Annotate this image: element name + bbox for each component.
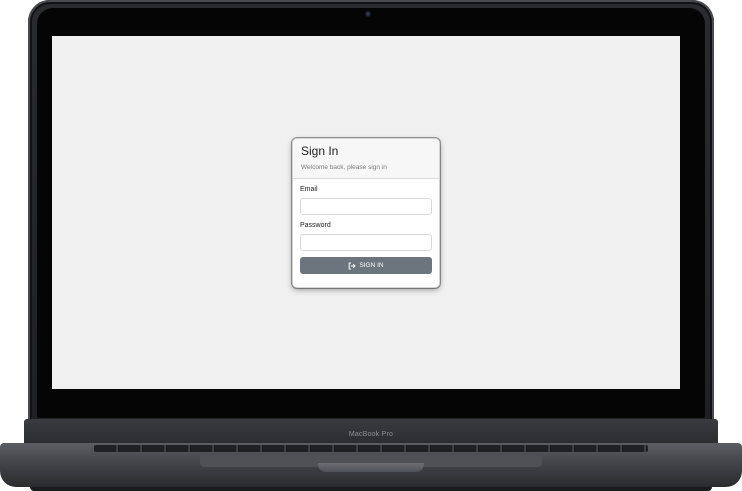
password-label: Password [300, 222, 331, 229]
sign-in-icon [348, 262, 357, 270]
device-brand-label: MacBook Pro [348, 431, 394, 438]
signin-subtitle: Welcome back, please sign in [301, 164, 387, 171]
sign-in-button-label: SIGN IN [359, 262, 384, 269]
laptop-foot [30, 487, 712, 491]
email-label: Email [300, 186, 318, 193]
email-field[interactable] [300, 198, 432, 215]
signin-title: Sign In [301, 144, 339, 158]
signin-form: Email Password SIGN IN [293, 179, 439, 274]
signin-card-header: Sign In Welcome back, please sign in [293, 139, 439, 179]
lid-notch [318, 463, 424, 472]
password-field[interactable] [300, 234, 432, 251]
laptop-frame: Sign In Welcome back, please sign in Ema… [0, 0, 742, 491]
signin-card: Sign In Welcome back, please sign in Ema… [292, 138, 440, 288]
sign-in-button[interactable]: SIGN IN [300, 257, 432, 274]
keyboard-keys [94, 445, 648, 452]
app-screen: Sign In Welcome back, please sign in Ema… [52, 36, 680, 389]
camera-icon [366, 12, 370, 16]
laptop-base [0, 419, 742, 491]
